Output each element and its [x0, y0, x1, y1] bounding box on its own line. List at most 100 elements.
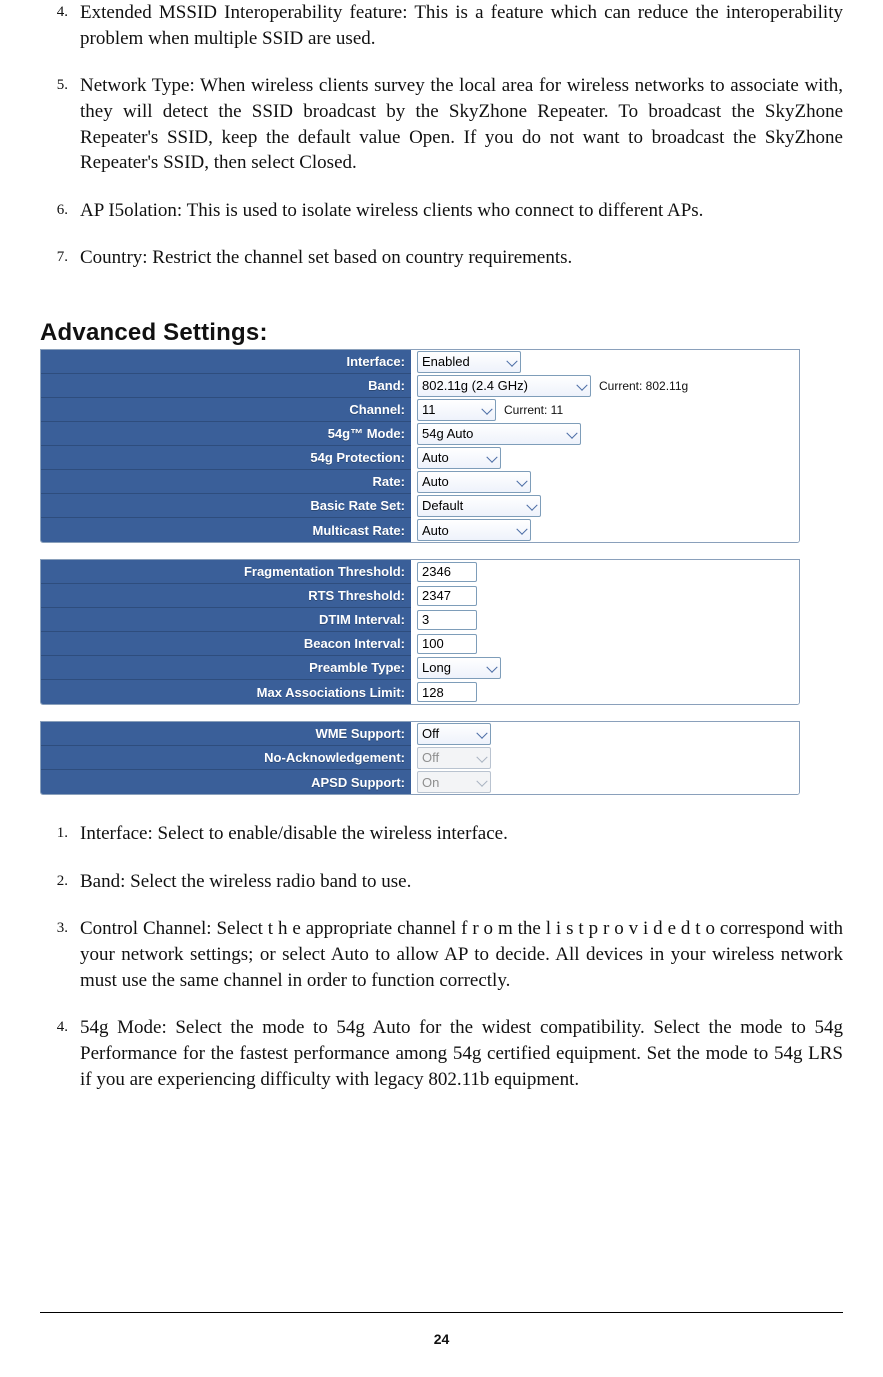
- settings-row: Basic Rate Set: Default: [41, 494, 799, 518]
- settings-label: Beacon Interval:: [41, 632, 411, 656]
- settings-row: RTS Threshold:: [41, 584, 799, 608]
- page-footer: 24: [40, 1312, 843, 1347]
- settings-row: Interface: Enabled: [41, 350, 799, 374]
- settings-value-cell: Default: [411, 494, 799, 519]
- list-item-number: 7.: [40, 247, 68, 267]
- list-item-number: 1.: [40, 823, 68, 843]
- list-item-number: 3.: [40, 918, 68, 938]
- settings-value-cell: Off: [411, 746, 799, 771]
- list-item: 3. Control Channel: Select t h e appropr…: [40, 916, 843, 993]
- list-item: 4. Extended MSSID Interoperability featu…: [40, 0, 843, 51]
- list-item: 2. Band: Select the wireless radio band …: [40, 869, 843, 895]
- text-input[interactable]: [417, 682, 477, 702]
- settings-label: Fragmentation Threshold:: [41, 560, 411, 584]
- text-input[interactable]: [417, 586, 477, 606]
- settings-label: Band:: [41, 374, 411, 398]
- settings-label: Max Associations Limit:: [41, 680, 411, 704]
- select-dropdown[interactable]: Auto: [417, 519, 531, 541]
- select-dropdown[interactable]: Off: [417, 723, 491, 745]
- bottom-description-list: 1. Interface: Select to enable/disable t…: [40, 821, 843, 1092]
- settings-row: Fragmentation Threshold:: [41, 560, 799, 584]
- settings-row: No-Acknowledgement: Off: [41, 746, 799, 770]
- settings-label: Preamble Type:: [41, 656, 411, 680]
- settings-value-cell: 54g Auto: [411, 422, 799, 447]
- settings-value-cell: Enabled: [411, 350, 799, 375]
- list-item-number: 5.: [40, 75, 68, 95]
- settings-group-wme: WME Support:OffNo-Acknowledgement:OffAPS…: [40, 721, 800, 795]
- settings-row: 54g™ Mode: 54g Auto: [41, 422, 799, 446]
- settings-row: WME Support: Off: [41, 722, 799, 746]
- current-value-note: Current: 802.11g: [599, 379, 688, 393]
- settings-label: Channel:: [41, 398, 411, 422]
- settings-row: 54g Protection: Auto: [41, 446, 799, 470]
- page-number: 24: [434, 1331, 450, 1347]
- select-dropdown[interactable]: Auto: [417, 447, 501, 469]
- settings-value-cell: Long: [411, 656, 799, 681]
- select-dropdown: On: [417, 771, 491, 793]
- settings-label: Multicast Rate:: [41, 518, 411, 542]
- settings-value-cell: On: [411, 770, 799, 794]
- list-item-number: 4.: [40, 2, 68, 22]
- settings-label: WME Support:: [41, 722, 411, 746]
- list-item: 7. Country: Restrict the channel set bas…: [40, 245, 843, 271]
- settings-value-cell: 802.11g (2.4 GHz) Current: 802.11g: [411, 374, 799, 399]
- settings-label: Interface:: [41, 350, 411, 374]
- settings-row: Preamble Type: Long: [41, 656, 799, 680]
- settings-value-cell: 11Current: 11: [411, 398, 799, 423]
- settings-label: Basic Rate Set:: [41, 494, 411, 518]
- settings-row: Rate:Auto: [41, 470, 799, 494]
- settings-value-cell: Auto: [411, 446, 799, 471]
- select-dropdown[interactable]: 54g Auto: [417, 423, 581, 445]
- list-item-text: Band: Select the wireless radio band to …: [80, 871, 411, 892]
- advanced-settings-panel: Interface:EnabledBand:802.11g (2.4 GHz)C…: [40, 349, 800, 795]
- list-item-text: Network Type: When wireless clients surv…: [80, 75, 843, 173]
- list-item-number: 2.: [40, 871, 68, 891]
- settings-label: RTS Threshold:: [41, 584, 411, 608]
- select-dropdown[interactable]: Auto: [417, 471, 531, 493]
- settings-value-cell: Auto: [411, 470, 799, 495]
- settings-row: DTIM Interval:: [41, 608, 799, 632]
- settings-label: 54g™ Mode:: [41, 422, 411, 446]
- top-description-list: 4. Extended MSSID Interoperability featu…: [40, 0, 843, 271]
- list-item-text: 54g Mode: Select the mode to 54g Auto fo…: [80, 1017, 843, 1089]
- settings-label: 54g Protection:: [41, 446, 411, 470]
- settings-row: Multicast Rate: Auto: [41, 518, 799, 542]
- settings-label: No-Acknowledgement:: [41, 746, 411, 770]
- list-item: 5. Network Type: When wireless clients s…: [40, 73, 843, 176]
- settings-row: APSD Support: On: [41, 770, 799, 794]
- select-dropdown: Off: [417, 747, 491, 769]
- list-item: 6. AP I5olation: This is used to isolate…: [40, 198, 843, 224]
- list-item-number: 6.: [40, 200, 68, 220]
- settings-value-cell: [411, 608, 799, 633]
- select-dropdown[interactable]: Enabled: [417, 351, 521, 373]
- settings-group-radio: Interface:EnabledBand:802.11g (2.4 GHz)C…: [40, 349, 800, 543]
- list-item-text: Extended MSSID Interoperability feature:…: [80, 2, 843, 49]
- settings-row: Beacon Interval:: [41, 632, 799, 656]
- settings-row: Band: 802.11g (2.4 GHz) Current: 802.11g: [41, 374, 799, 398]
- text-input[interactable]: [417, 634, 477, 654]
- settings-value-cell: [411, 680, 799, 704]
- list-item-text: Control Channel: Select t h e appropriat…: [80, 918, 843, 990]
- settings-label: DTIM Interval:: [41, 608, 411, 632]
- select-dropdown[interactable]: 802.11g (2.4 GHz): [417, 375, 591, 397]
- settings-label: APSD Support:: [41, 770, 411, 794]
- text-input[interactable]: [417, 562, 477, 582]
- text-input[interactable]: [417, 610, 477, 630]
- list-item-text: Interface: Select to enable/disable the …: [80, 823, 508, 844]
- list-item-number: 4.: [40, 1017, 68, 1037]
- list-item: 1. Interface: Select to enable/disable t…: [40, 821, 843, 847]
- select-dropdown[interactable]: 11: [417, 399, 496, 421]
- settings-value-cell: [411, 560, 799, 585]
- select-dropdown[interactable]: Default: [417, 495, 541, 517]
- settings-row: Max Associations Limit:: [41, 680, 799, 704]
- select-dropdown[interactable]: Long: [417, 657, 501, 679]
- list-item-text: Country: Restrict the channel set based …: [80, 247, 572, 268]
- document-page: 4. Extended MSSID Interoperability featu…: [0, 0, 883, 1377]
- list-item: 4. 54g Mode: Select the mode to 54g Auto…: [40, 1015, 843, 1092]
- settings-row: Channel:11Current: 11: [41, 398, 799, 422]
- settings-value-cell: [411, 632, 799, 657]
- advanced-settings-heading: Advanced Settings:: [40, 319, 843, 347]
- list-item-text: AP I5olation: This is used to isolate wi…: [80, 200, 703, 221]
- settings-value-cell: Auto: [411, 518, 799, 542]
- settings-value-cell: [411, 584, 799, 609]
